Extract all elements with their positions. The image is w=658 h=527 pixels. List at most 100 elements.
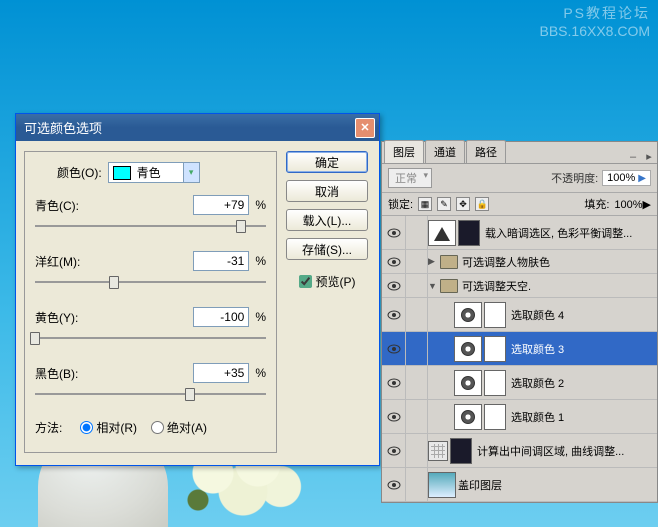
panel-menu-icon[interactable]: ▸ bbox=[641, 150, 657, 163]
cancel-button[interactable]: 取消 bbox=[286, 180, 368, 202]
visibility-eye-icon[interactable] bbox=[382, 400, 406, 433]
folder-icon bbox=[440, 255, 458, 269]
link-cell[interactable] bbox=[406, 332, 428, 365]
layer-row[interactable]: ▶ 可选调整人物肤色 bbox=[382, 250, 657, 274]
link-cell[interactable] bbox=[406, 216, 428, 249]
method-relative[interactable]: 相对(R) bbox=[80, 419, 137, 436]
link-cell[interactable] bbox=[406, 468, 428, 501]
tab-channels[interactable]: 通道 bbox=[425, 140, 465, 163]
ok-button[interactable]: 确定 bbox=[286, 151, 368, 173]
link-cell[interactable] bbox=[406, 434, 428, 467]
slider-label: 洋红(M): bbox=[35, 253, 193, 270]
adjustment-thumb bbox=[454, 404, 482, 430]
color-label: 颜色(O): bbox=[57, 164, 102, 181]
minimize-icon[interactable]: – bbox=[625, 151, 641, 163]
layer-row[interactable]: 选取颜色 4 bbox=[382, 298, 657, 332]
chevron-down-icon: ▾ bbox=[183, 163, 199, 182]
layer-row[interactable]: 计算出中间调区域, 曲线调整... bbox=[382, 434, 657, 468]
watermark: PS教程论坛 BBS.16XX8.COM bbox=[540, 4, 651, 40]
slider-track[interactable] bbox=[35, 275, 266, 289]
slider-thumb[interactable] bbox=[109, 276, 119, 289]
visibility-eye-icon[interactable] bbox=[382, 332, 406, 365]
lock-label: 锁定: bbox=[388, 196, 413, 212]
link-cell[interactable] bbox=[406, 366, 428, 399]
lock-transparency-icon[interactable]: ▦ bbox=[418, 197, 432, 211]
slider-track[interactable] bbox=[35, 219, 266, 233]
visibility-eye-icon[interactable] bbox=[382, 216, 406, 249]
link-cell[interactable] bbox=[406, 250, 428, 273]
layer-name: 选取颜色 3 bbox=[511, 341, 657, 357]
slider-track[interactable] bbox=[35, 331, 266, 345]
folder-icon bbox=[440, 279, 458, 293]
adjustment-thumb bbox=[454, 370, 482, 396]
link-cell[interactable] bbox=[406, 298, 428, 331]
adjustment-thumb bbox=[428, 220, 456, 246]
layer-row[interactable]: 载入暗调选区, 色彩平衡调整... bbox=[382, 216, 657, 250]
visibility-eye-icon[interactable] bbox=[382, 250, 406, 273]
link-cell[interactable] bbox=[406, 400, 428, 433]
layer-row[interactable]: 盖印图层 bbox=[382, 468, 657, 502]
visibility-eye-icon[interactable] bbox=[382, 298, 406, 331]
slider-value-input[interactable] bbox=[193, 363, 249, 383]
mask-thumb bbox=[484, 370, 506, 396]
mask-thumb bbox=[450, 438, 472, 464]
layer-name: 盖印图层 bbox=[458, 477, 657, 493]
mask-thumb bbox=[458, 220, 480, 246]
lock-position-icon[interactable]: ✥ bbox=[456, 197, 470, 211]
mask-thumb bbox=[484, 404, 506, 430]
layer-name: 选取颜色 1 bbox=[511, 409, 657, 425]
adjustment-thumb bbox=[454, 302, 482, 328]
tab-paths[interactable]: 路径 bbox=[466, 140, 506, 163]
tab-layers[interactable]: 图层 bbox=[384, 140, 424, 163]
save-button[interactable]: 存储(S)... bbox=[286, 238, 368, 260]
slider-label: 青色(C): bbox=[35, 197, 193, 214]
layer-row[interactable]: ▼ 可选调整天空. bbox=[382, 274, 657, 298]
slider-thumb[interactable] bbox=[236, 220, 246, 233]
triangle-right-icon[interactable]: ▶ bbox=[428, 256, 440, 267]
layer-row[interactable]: 选取颜色 3 bbox=[382, 332, 657, 366]
blend-mode-dropdown[interactable]: 正常 bbox=[388, 168, 432, 188]
color-swatch bbox=[113, 166, 131, 180]
lock-paint-icon[interactable]: ✎ bbox=[437, 197, 451, 211]
layer-row[interactable]: 选取颜色 1 bbox=[382, 400, 657, 434]
triangle-down-icon[interactable]: ▼ bbox=[428, 281, 440, 291]
slider-label: 黑色(B): bbox=[35, 365, 193, 382]
preview-checkbox[interactable]: 预览(P) bbox=[299, 273, 356, 290]
slider-label: 黄色(Y): bbox=[35, 309, 193, 326]
visibility-eye-icon[interactable] bbox=[382, 366, 406, 399]
lock-all-icon[interactable]: 🔒 bbox=[475, 197, 489, 211]
layer-name: 载入暗调选区, 色彩平衡调整... bbox=[485, 225, 657, 241]
mask-thumb bbox=[484, 302, 506, 328]
color-dropdown[interactable]: 青色 ▾ bbox=[108, 162, 200, 183]
layers-panel: 图层 通道 路径 – ▸ 正常 不透明度: 100%▶ 锁定: ▦ ✎ ✥ 🔒 … bbox=[381, 141, 658, 503]
method-label: 方法: bbox=[35, 419, 62, 436]
slider-thumb[interactable] bbox=[185, 388, 195, 401]
dialog-titlebar[interactable]: 可选颜色选项 ✕ bbox=[16, 114, 379, 141]
layer-name: 选取颜色 4 bbox=[511, 307, 657, 323]
slider-value-input[interactable] bbox=[193, 251, 249, 271]
link-cell[interactable] bbox=[406, 274, 428, 297]
visibility-eye-icon[interactable] bbox=[382, 468, 406, 501]
adjustment-thumb bbox=[428, 441, 448, 461]
layer-thumb bbox=[428, 472, 456, 498]
slider-track[interactable] bbox=[35, 387, 266, 401]
layer-name: 选取颜色 2 bbox=[511, 375, 657, 391]
close-icon[interactable]: ✕ bbox=[355, 118, 375, 138]
slider-value-input[interactable] bbox=[193, 307, 249, 327]
slider-thumb[interactable] bbox=[30, 332, 40, 345]
visibility-eye-icon[interactable] bbox=[382, 434, 406, 467]
layer-name: 计算出中间调区域, 曲线调整... bbox=[477, 443, 657, 459]
opacity-value[interactable]: 100%▶ bbox=[602, 170, 651, 186]
layer-name: 可选调整人物肤色 bbox=[462, 254, 657, 270]
slider-value-input[interactable] bbox=[193, 195, 249, 215]
fill-value[interactable]: 100%▶ bbox=[614, 198, 651, 211]
visibility-eye-icon[interactable] bbox=[382, 274, 406, 297]
mask-thumb bbox=[484, 336, 506, 362]
layer-name: 可选调整天空. bbox=[462, 278, 657, 294]
opacity-label: 不透明度: bbox=[551, 170, 598, 186]
method-absolute[interactable]: 绝对(A) bbox=[151, 419, 207, 436]
selective-color-dialog: 可选颜色选项 ✕ 颜色(O): 青色 ▾ 青色(C):%洋红(M):%黄色(Y)… bbox=[15, 113, 380, 466]
load-button[interactable]: 载入(L)... bbox=[286, 209, 368, 231]
fill-label: 填充: bbox=[584, 196, 609, 212]
layer-row[interactable]: 选取颜色 2 bbox=[382, 366, 657, 400]
